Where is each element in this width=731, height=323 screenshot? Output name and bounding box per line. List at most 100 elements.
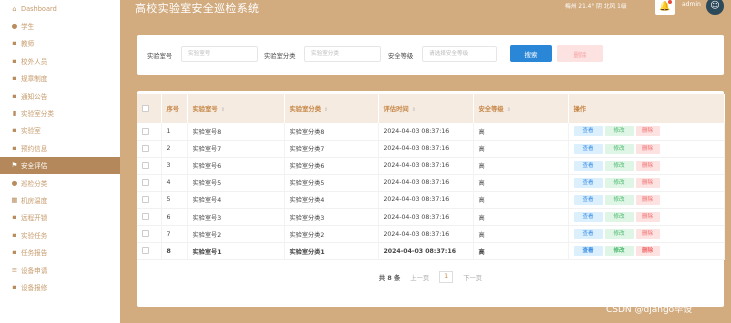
cell-lab: 实验室号1 <box>187 242 285 261</box>
row-delete-button[interactable]: 删除 <box>635 229 660 240</box>
row-delete-button[interactable]: 删除 <box>635 126 660 137</box>
edit-button[interactable]: 修改 <box>604 194 634 205</box>
select-all-checkbox[interactable] <box>137 94 162 123</box>
view-button[interactable]: 查看 <box>573 246 603 257</box>
view-button[interactable]: 查看 <box>573 177 603 188</box>
safety-level-select[interactable]: 请选择安全等级 <box>422 46 497 62</box>
sidebar-item[interactable]: ▪ 实验任务 <box>0 226 120 243</box>
search-button[interactable]: 搜索 <box>510 45 552 62</box>
edit-button[interactable]: 修改 <box>604 143 634 154</box>
cell-level: 高 <box>473 123 569 141</box>
cell-category: 实验室分类6 <box>284 157 379 175</box>
row-delete-button[interactable]: 删除 <box>635 212 660 223</box>
table-row: 7 实验室号2 实验室分类2 2024-04-03 08:37:16 高查看 修改 删除 <box>137 225 725 244</box>
notification-bell-icon[interactable]: 🔔 <box>655 0 675 15</box>
cell-lab: 实验室号7 <box>187 140 285 158</box>
cell-actions: 查看 修改 删除 <box>568 123 725 141</box>
user-name[interactable]: admin <box>682 1 701 8</box>
sidebar-item[interactable]: ▪ 校外人员 <box>0 52 120 69</box>
row-delete-button[interactable]: 删除 <box>635 160 660 171</box>
sidebar-item[interactable]: ▪ 通知公告 <box>0 87 120 104</box>
edit-button[interactable]: 修改 <box>604 229 634 240</box>
sidebar-item-label: 巡检分类 <box>21 179 48 188</box>
sidebar: ⌂ Dashboard ● 学生 ▪ 教师 ▪ 校外人员 ▪ 规章制度 ▪ 通知公告 ▮ 实验室分类 ▪ 实验… <box>0 0 120 323</box>
sort-icon[interactable]: ⇕ <box>507 107 511 113</box>
row-checkbox[interactable] <box>137 208 162 227</box>
sort-icon[interactable]: ⇕ <box>412 107 416 113</box>
col-header-lab[interactable]: 实验室号 ⇕ <box>187 94 285 123</box>
prev-page-button[interactable]: 上一页 <box>410 273 429 282</box>
view-button[interactable]: 查看 <box>573 229 603 240</box>
view-button[interactable]: 查看 <box>573 143 603 154</box>
sidebar-item[interactable]: ⚑ 安全评估 <box>0 156 120 174</box>
sidebar-item[interactable]: ▪ 预约信息 <box>0 139 120 156</box>
row-checkbox[interactable] <box>137 140 162 158</box>
row-delete-button[interactable]: 删除 <box>635 177 660 188</box>
avatar[interactable]: ☺ <box>706 0 724 15</box>
sidebar-item[interactable]: ▪ 规章制度 <box>0 70 120 87</box>
sidebar-item-label: Dashboard <box>21 4 57 13</box>
sidebar-item[interactable]: ● 巡检分类 <box>0 174 120 191</box>
grid-icon: ▪ <box>12 39 17 48</box>
view-button[interactable]: 查看 <box>573 212 603 223</box>
view-button[interactable]: 查看 <box>573 160 603 171</box>
row-delete-button[interactable]: 删除 <box>635 143 660 154</box>
sidebar-item-label: 预约信息 <box>21 144 48 153</box>
cell-no: 1 <box>161 123 188 141</box>
cell-level: 高 <box>473 242 569 261</box>
sidebar-item-label: 通知公告 <box>21 92 48 101</box>
row-checkbox[interactable] <box>137 123 162 141</box>
sidebar-item[interactable]: ≡ 设备申请 <box>0 261 120 278</box>
lab-category-input[interactable]: 实验室分类 <box>304 46 381 62</box>
edit-button[interactable]: 修改 <box>604 126 634 137</box>
col-header-actions: 操作 <box>568 94 725 123</box>
delete-button[interactable]: 删除 <box>557 45 603 62</box>
sidebar-item[interactable]: ▪ 设备报修 <box>0 278 120 295</box>
col-header-category[interactable]: 实验室分类 ⇕ <box>284 94 379 123</box>
cell-actions: 查看 修改 删除 <box>568 174 725 192</box>
table-row: 1 实验室号8 实验室分类8 2024-04-03 08:37:16 高查看 修改 删除 <box>137 123 725 141</box>
sidebar-item[interactable]: ▪ 远程开锁 <box>0 209 120 226</box>
edit-button[interactable]: 修改 <box>604 160 634 171</box>
edit-button[interactable]: 修改 <box>604 246 634 257</box>
cell-actions: 查看 修改 删除 <box>568 225 725 244</box>
sidebar-item-label: 校外人员 <box>21 57 48 66</box>
current-page[interactable]: 1 <box>439 271 454 283</box>
edit-button[interactable]: 修改 <box>604 177 634 188</box>
col-header-level[interactable]: 安全等级 ⇕ <box>473 94 569 123</box>
view-button[interactable]: 查看 <box>573 126 603 137</box>
cell-category: 实验室分类2 <box>284 225 379 244</box>
cell-actions: 查看 修改 删除 <box>568 140 725 158</box>
sidebar-item[interactable]: ▪ 实验室 <box>0 122 120 139</box>
lab-number-input[interactable]: 实验室号 <box>181 46 258 62</box>
lock-icon: ▪ <box>12 91 17 100</box>
col-header-time[interactable]: 评估时间 ⇕ <box>378 94 474 123</box>
sidebar-item[interactable]: ▪ 任务报告 <box>0 243 120 260</box>
row-checkbox[interactable] <box>137 191 162 209</box>
sidebar-item[interactable]: ▦ 机房温度 <box>0 191 120 208</box>
table-row: 8 实验室号1 实验室分类1 2024-04-03 08:37:16 高查看 修改 删除 <box>137 242 725 261</box>
table-row: 2 实验室号7 实验室分类7 2024-04-03 08:37:16 高查看 修改 删除 <box>137 140 725 158</box>
sidebar-item[interactable]: ⌂ Dashboard <box>0 0 120 17</box>
sidebar-item[interactable]: ▪ 教师 <box>0 35 120 52</box>
table-header-row: 序号 实验室号 ⇕ 实验室分类 ⇕ 评估时间 ⇕ 安全等级 ⇕ 操作 <box>137 94 725 123</box>
row-delete-button[interactable]: 删除 <box>635 194 660 205</box>
row-checkbox[interactable] <box>137 174 162 192</box>
edit-button[interactable]: 修改 <box>604 212 634 223</box>
grid-icon: ▪ <box>12 56 17 65</box>
next-page-button[interactable]: 下一页 <box>463 273 482 282</box>
row-checkbox[interactable] <box>137 225 162 244</box>
cell-no: 6 <box>161 208 188 227</box>
sort-icon[interactable]: ⇕ <box>221 107 225 113</box>
cell-time: 2024-04-03 08:37:16 <box>378 140 474 158</box>
sort-icon[interactable]: ⇕ <box>324 107 328 113</box>
pagination: 共 8 条 上一页 1 下一页 <box>137 271 724 283</box>
row-checkbox[interactable] <box>137 242 162 261</box>
sidebar-item[interactable]: ▮ 实验室分类 <box>0 104 120 121</box>
view-button[interactable]: 查看 <box>573 194 603 205</box>
table-row: 5 实验室号4 实验室分类4 2024-04-03 08:37:16 高查看 修改 删除 <box>137 191 725 209</box>
row-delete-button[interactable]: 删除 <box>635 246 660 257</box>
sidebar-item[interactable]: ● 学生 <box>0 17 120 34</box>
sidebar-item-label: 安全评估 <box>21 162 48 171</box>
row-checkbox[interactable] <box>137 157 162 175</box>
